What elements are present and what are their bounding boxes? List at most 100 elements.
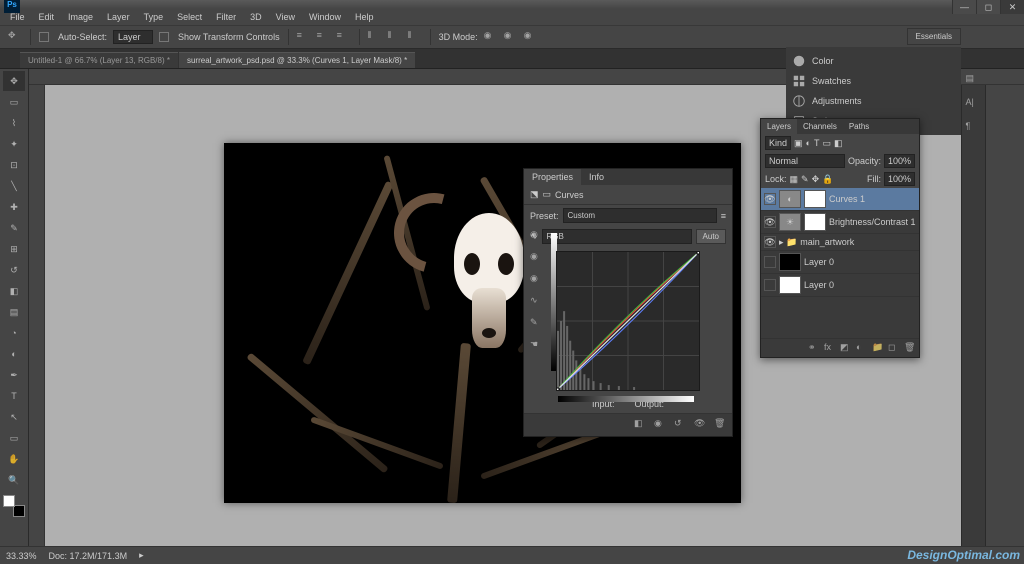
edit-points-icon[interactable]: ∿ [530, 295, 546, 311]
move-tool[interactable]: ✥ [3, 71, 25, 91]
layers-panel[interactable]: Layers Channels Paths Kind ▣ ◐ T ▭ ◧ Nor… [760, 118, 920, 358]
menu-filter[interactable]: Filter [210, 10, 242, 24]
ruler-vertical[interactable] [29, 85, 45, 549]
group-icon[interactable]: 📁 [872, 342, 884, 354]
tab-document-1[interactable]: Untitled-1 @ 66.7% (Layer 13, RGB/8) * [20, 52, 178, 68]
layer-item[interactable]: 👁 ▸ 📁 main_artwork [761, 234, 919, 251]
visibility-toggle[interactable]: 👁 [764, 193, 776, 205]
distribute-icon[interactable]: ⦀ [408, 30, 422, 44]
visibility-toggle[interactable] [764, 279, 776, 291]
filter-smart-icon[interactable]: ◧ [834, 138, 843, 149]
history-brush-tool[interactable]: ↺ [3, 260, 25, 280]
tab-layers[interactable]: Layers [761, 119, 797, 134]
show-transform-checkbox[interactable] [159, 32, 169, 42]
clip-icon[interactable]: ◧ [634, 418, 648, 432]
color-swatches[interactable] [3, 495, 25, 517]
hand-tool[interactable]: ✋ [3, 449, 25, 469]
preset-menu-icon[interactable]: ≡ [721, 211, 726, 221]
stamp-tool[interactable]: ⊞ [3, 239, 25, 259]
tab-info[interactable]: Info [581, 169, 612, 185]
fill-input[interactable]: 100% [884, 172, 915, 186]
maximize-button[interactable]: ◻ [976, 0, 1000, 14]
lock-all-icon[interactable]: 🔒 [822, 174, 833, 185]
panel-color[interactable]: Color [790, 51, 957, 71]
menu-image[interactable]: Image [62, 10, 99, 24]
filter-type-icon[interactable]: T [814, 138, 820, 148]
char-icon[interactable]: A| [966, 97, 982, 113]
view-prev-icon[interactable]: ◉ [654, 418, 668, 432]
crop-tool[interactable]: ⊡ [3, 155, 25, 175]
tab-properties[interactable]: Properties [524, 169, 581, 185]
hand-icon[interactable]: ☚ [530, 339, 546, 355]
lock-pos-icon[interactable]: ✥ [812, 174, 820, 185]
opacity-input[interactable]: 100% [884, 154, 915, 168]
eyedropper-tool[interactable]: ╲ [3, 176, 25, 196]
mask-thumb[interactable] [804, 213, 826, 231]
close-button[interactable]: ✕ [1000, 0, 1024, 14]
shape-tool[interactable]: ▭ [3, 428, 25, 448]
trash-icon[interactable]: 🗑 [714, 418, 728, 432]
filter-kind-dropdown[interactable]: Kind [765, 136, 791, 150]
align-icon[interactable]: ≡ [297, 30, 311, 44]
menu-select[interactable]: Select [171, 10, 208, 24]
sampler-minus-icon[interactable]: ◉ [530, 273, 546, 289]
layer-item[interactable]: Layer 0 [761, 251, 919, 274]
filter-pixel-icon[interactable]: ▣ [794, 138, 803, 149]
preset-dropdown[interactable]: Custom [563, 208, 717, 223]
sampler-plus-icon[interactable]: ◉ [530, 251, 546, 267]
mask-icon[interactable]: ◩ [840, 342, 852, 354]
distribute-icon[interactable]: ⦀ [388, 30, 402, 44]
draw-curve-icon[interactable]: ✎ [530, 317, 546, 333]
layer-item[interactable]: 👁 ☀ Brightness/Contrast 1 [761, 211, 919, 234]
panel-adjustments[interactable]: Adjustments [790, 91, 957, 111]
adj-icon[interactable]: ◐ [856, 342, 868, 354]
align-icon[interactable]: ≡ [337, 30, 351, 44]
zoom-level[interactable]: 33.33% [6, 551, 37, 561]
tab-document-2[interactable]: surreal_artwork_psd.psd @ 33.3% (Curves … [179, 52, 415, 68]
para-icon[interactable]: ¶ [966, 121, 982, 137]
sampler-icon[interactable]: ◉ [530, 229, 546, 245]
layer-item[interactable]: Layer 0 [761, 274, 919, 297]
eraser-tool[interactable]: ◧ [3, 281, 25, 301]
wand-tool[interactable]: ✦ [3, 134, 25, 154]
fx-icon[interactable]: fx [824, 342, 836, 354]
blur-tool[interactable]: ◔ [3, 323, 25, 343]
layer-name[interactable]: Layer 0 [804, 257, 834, 267]
3d-icon[interactable]: ◉ [524, 30, 538, 44]
tab-paths[interactable]: Paths [843, 119, 875, 134]
lock-pixel-icon[interactable]: ✎ [801, 174, 809, 185]
doc-size[interactable]: Doc: 17.2M/171.3M [49, 551, 128, 561]
lock-trans-icon[interactable]: ▦ [790, 174, 799, 185]
distribute-icon[interactable]: ⦀ [368, 30, 382, 44]
marquee-tool[interactable]: ▭ [3, 92, 25, 112]
visibility-toggle[interactable] [764, 256, 776, 268]
path-tool[interactable]: ↖ [3, 407, 25, 427]
dodge-tool[interactable]: ◐ [3, 344, 25, 364]
menu-edit[interactable]: Edit [33, 10, 61, 24]
menu-file[interactable]: File [4, 10, 31, 24]
minimize-button[interactable]: — [952, 0, 976, 14]
folder-icon[interactable]: ▸ 📁 [779, 237, 797, 248]
panel-swatches[interactable]: Swatches [790, 71, 957, 91]
zoom-tool[interactable]: 🔍 [3, 470, 25, 490]
auto-select-checkbox[interactable] [39, 32, 49, 42]
layer-name[interactable]: Brightness/Contrast 1 [829, 217, 916, 227]
filter-adj-icon[interactable]: ◐ [806, 138, 811, 148]
tab-channels[interactable]: Channels [797, 119, 843, 134]
mask-thumb[interactable] [804, 190, 826, 208]
visibility-toggle[interactable]: 👁 [764, 236, 776, 248]
menu-type[interactable]: Type [138, 10, 170, 24]
reset-icon[interactable]: ↺ [674, 418, 688, 432]
layer-item[interactable]: 👁 ◐ Curves 1 [761, 188, 919, 211]
pen-tool[interactable]: ✒ [3, 365, 25, 385]
filter-shape-icon[interactable]: ▭ [822, 138, 831, 149]
blend-mode-dropdown[interactable]: Normal [765, 154, 845, 168]
menu-layer[interactable]: Layer [101, 10, 136, 24]
heal-tool[interactable]: ✚ [3, 197, 25, 217]
toggle-vis-icon[interactable]: 👁 [694, 418, 708, 432]
history-icon[interactable]: ▤ [966, 73, 982, 89]
link-icon[interactable]: ⚭ [808, 342, 820, 354]
align-icon[interactable]: ≡ [317, 30, 331, 44]
menu-window[interactable]: Window [303, 10, 347, 24]
menu-3d[interactable]: 3D [244, 10, 268, 24]
